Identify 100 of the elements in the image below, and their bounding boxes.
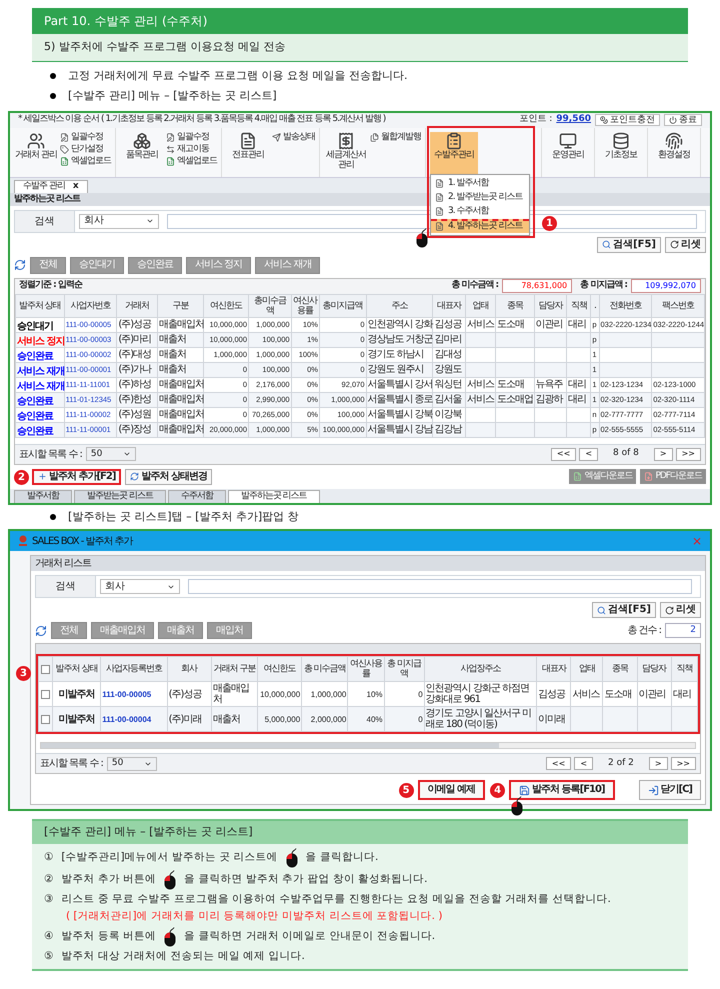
pager-button[interactable]: >	[654, 448, 673, 460]
table-cell-text: (주)장성	[118, 424, 152, 435]
menu-item[interactable]: 2. 발주받는곳 리스트	[431, 190, 529, 204]
refresh-icon[interactable]	[35, 624, 47, 636]
table-cell: 매출매입처	[158, 379, 202, 390]
ribbon-button[interactable]: 수발주관리	[430, 132, 478, 176]
total-label: 총 미수금액 :	[451, 279, 498, 292]
step-text: 을 클릭합니다.	[306, 850, 378, 865]
table-cell-text: 경기도 고양시 일산서구 미래로 180 (덕이동)	[426, 708, 532, 730]
table-cell-text: 김광하	[536, 394, 564, 405]
bullet-text: [수발주 관리] 메뉴 – [발주하는 곳 리스트]	[68, 88, 277, 104]
table-cell-text: (주)성공	[118, 319, 152, 330]
menu-item[interactable]: 4. 발주하는곳 리스트	[431, 218, 529, 232]
mouse-icon	[164, 927, 176, 947]
table-cell-text: 도소매	[497, 319, 526, 330]
spreadsheet-icon	[573, 472, 582, 481]
step-text: 을 클릭하면 발주처 추가 팝업 창이 활성화됩니다.	[184, 872, 428, 887]
pager-button[interactable]: >>	[676, 448, 701, 460]
pager-button[interactable]: <	[579, 448, 598, 460]
step-number: ④	[44, 929, 54, 944]
ribbon-button[interactable]: 환경설정	[652, 132, 696, 176]
column-header: 대표자	[536, 656, 571, 682]
table-cell-text: 경기도 하남시	[368, 349, 425, 360]
search-select[interactable]: 회사	[100, 579, 180, 594]
pager-button[interactable]: <<	[550, 448, 576, 460]
ribbon-small-button[interactable]: 일괄수정	[166, 132, 217, 142]
instructions-title: [수발주 관리] 메뉴 – [발주하는 곳 리스트]	[32, 821, 688, 844]
table-cell-text: 111-00-00005	[102, 688, 152, 700]
ribbon-small-button[interactable]: 발송상태	[272, 132, 315, 142]
checkbox[interactable]	[41, 714, 50, 724]
search-select[interactable]: 회사	[79, 214, 159, 228]
step-text: [수발주관리]메뉴에서 발주하는 곳 리스트에	[61, 850, 278, 865]
ribbon-button[interactable]: 전표관리	[226, 132, 270, 176]
ribbon-small-button[interactable]: 월합계발행	[370, 132, 421, 142]
page-size-select[interactable]: 50	[86, 447, 136, 461]
dialog-button[interactable]: 이메일 예제	[418, 780, 486, 800]
section-title: 5) 발주처에 수발주 프로그램 이용요청 메일 전송	[32, 34, 688, 62]
checkbox[interactable]	[41, 690, 50, 698]
step-badge: 5	[398, 783, 414, 798]
search-icon	[602, 240, 612, 249]
bottom-tab[interactable]: 발주하는곳 리스트	[228, 490, 320, 502]
ribbon-button[interactable]: 거래처 관리	[14, 132, 58, 176]
search-button[interactable]: 검색[F5]	[592, 602, 656, 618]
pager-button[interactable]: >>	[670, 757, 696, 770]
checkbox[interactable]	[41, 664, 50, 674]
column-header: 여신사용률	[348, 656, 384, 682]
column-header: 직책	[566, 294, 591, 317]
table-cell-text: 도소매	[604, 688, 632, 700]
ribbon-button[interactable]: 운영관리	[546, 132, 590, 176]
add-supplier-button[interactable]: 발주처 추가[F2]	[32, 468, 122, 484]
table-cell-text: 김성공	[538, 688, 566, 700]
status-change-button[interactable]: 발주처 상태변경	[125, 468, 212, 484]
ribbon-button[interactable]: 세금계산서 관리	[324, 132, 368, 176]
menu-item[interactable]: 3. 수주서함	[431, 204, 529, 218]
monitor-icon	[559, 132, 577, 150]
ribbon-small-button[interactable]: 재고이동	[166, 144, 217, 154]
pager-button[interactable]: <	[574, 757, 594, 770]
dialog-button[interactable]: 발주처 등록[F10]	[509, 780, 615, 800]
ribbon-small-button[interactable]: 엑셀업로드	[60, 156, 111, 166]
caret-icon	[146, 217, 154, 225]
ribbon-button[interactable]: 품목관리	[120, 132, 164, 176]
reset-button[interactable]: 리셋	[665, 236, 706, 252]
fingerprint-icon	[665, 132, 683, 150]
step-text: 리스트 중 무료 수발주 프로그램을 이용하여 수발주업무를 진행한다는 요청 메일을 전송할 거래처를 선택합니다.	[61, 892, 611, 906]
search-button[interactable]: 검색[F5]	[597, 236, 661, 252]
refresh-icon[interactable]	[14, 259, 26, 271]
bottom-tab[interactable]: 발주받는곳 리스트	[74, 490, 166, 502]
close-icon[interactable]: x	[72, 180, 79, 194]
document-tab[interactable]: 수발주 관리 x	[14, 180, 88, 192]
charge-button[interactable]: 포인트충전	[595, 114, 660, 126]
document-icon	[435, 222, 444, 231]
table-cell: 매출매입처	[158, 409, 202, 420]
bottom-tab[interactable]: 발주서함	[14, 490, 72, 502]
ribbon-small-button[interactable]: 일괄수정	[60, 132, 111, 142]
exit-button[interactable]: 종료	[664, 114, 702, 126]
page-size-select[interactable]: 50	[106, 756, 157, 770]
search-field[interactable]	[167, 214, 697, 228]
pager-button[interactable]: >	[648, 757, 668, 770]
ribbon-small-button[interactable]: 단가설정	[60, 144, 111, 154]
plus-icon	[38, 472, 47, 481]
ribbon-small-button[interactable]: 엑셀업로드	[166, 156, 217, 166]
table-cell-text: 0	[417, 688, 423, 700]
search-field[interactable]	[188, 579, 692, 594]
pager-button[interactable]: <<	[546, 757, 572, 770]
column-header: 구분	[157, 294, 204, 317]
bottom-tab[interactable]: 수주서함	[168, 490, 226, 502]
refresh-icon	[130, 472, 140, 481]
table-cell-text: 5,000,000	[264, 714, 300, 724]
people-icon	[27, 132, 45, 150]
table-cell: 서비스	[466, 379, 494, 390]
mouse-icon	[511, 796, 524, 816]
ribbon-button[interactable]: 기초정보	[599, 132, 643, 176]
menu-item[interactable]: 1. 발주서함	[431, 176, 529, 190]
step-text: 발주처 추가 버튼에	[61, 872, 156, 887]
reset-button[interactable]: 리셋	[660, 602, 701, 618]
column-header: 총 미수금액	[302, 656, 348, 682]
status-text: 승인완료	[17, 426, 53, 436]
table-cell: 서울특별시 강북	[368, 409, 432, 420]
step-text: 발주처 대상 거래처에 전송되는 메일 예제 입니다.	[61, 949, 305, 964]
dialog-button[interactable]: 닫기[C]	[638, 780, 701, 800]
